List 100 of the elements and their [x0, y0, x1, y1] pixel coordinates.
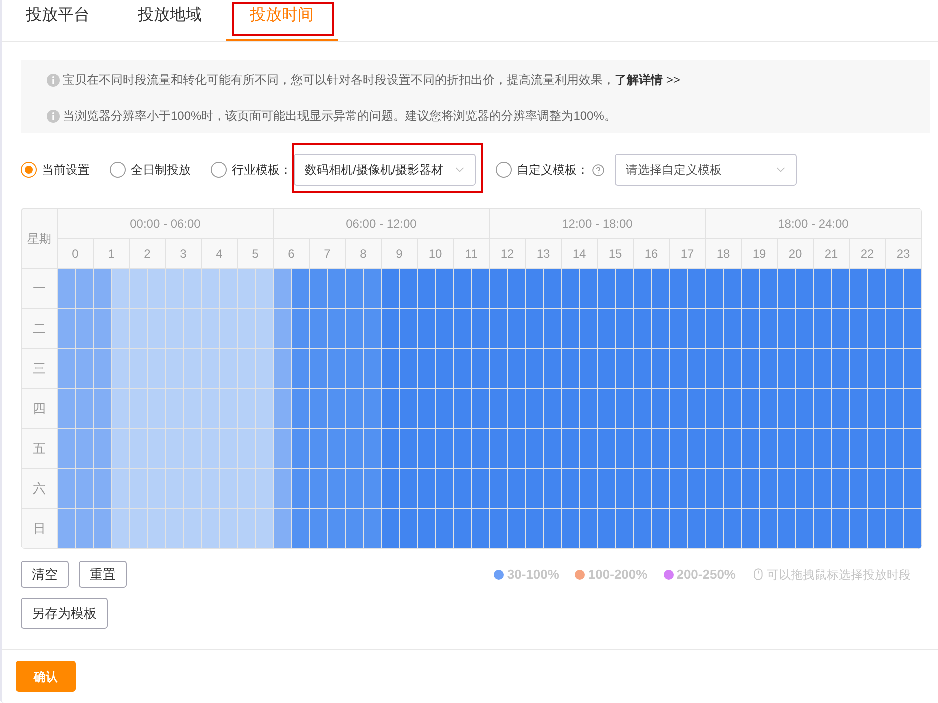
radio-option[interactable]: 当前设置	[21, 161, 90, 179]
time-slot-cell[interactable]	[454, 469, 472, 509]
time-slot-cell[interactable]	[598, 509, 616, 549]
template-select[interactable]: 请选择自定义模板	[615, 154, 797, 186]
time-slot-cell[interactable]	[148, 269, 166, 309]
time-slot-cell[interactable]	[148, 389, 166, 429]
time-slot-cell[interactable]	[706, 509, 724, 549]
time-slot-cell[interactable]	[184, 349, 202, 389]
time-slot-cell[interactable]	[580, 269, 598, 309]
time-slot-cell[interactable]	[400, 269, 418, 309]
time-slot-cell[interactable]	[796, 309, 814, 349]
time-slot-cell[interactable]	[382, 389, 400, 429]
time-slot-cell[interactable]	[490, 429, 508, 469]
time-slot-cell[interactable]	[904, 309, 922, 349]
time-slot-cell[interactable]	[526, 389, 544, 429]
time-slot-cell[interactable]	[418, 349, 436, 389]
time-slot-cell[interactable]	[94, 389, 112, 429]
time-slot-cell[interactable]	[400, 509, 418, 549]
time-slot-cell[interactable]	[472, 269, 490, 309]
time-slot-cell[interactable]	[436, 389, 454, 429]
time-slot-cell[interactable]	[400, 349, 418, 389]
time-slot-cell[interactable]	[328, 429, 346, 469]
time-slot-cell[interactable]	[814, 269, 832, 309]
time-slot-cell[interactable]	[202, 269, 220, 309]
time-slot-cell[interactable]	[346, 429, 364, 469]
time-slot-cell[interactable]	[886, 269, 904, 309]
time-slot-cell[interactable]	[904, 269, 922, 309]
time-slot-cell[interactable]	[130, 309, 148, 349]
time-slot-cell[interactable]	[112, 269, 130, 309]
time-slot-cell[interactable]	[814, 309, 832, 349]
time-slot-cell[interactable]	[778, 269, 796, 309]
time-slot-cell[interactable]	[166, 389, 184, 429]
time-slot-cell[interactable]	[274, 269, 292, 309]
time-slot-cell[interactable]	[292, 349, 310, 389]
time-slot-cell[interactable]	[130, 349, 148, 389]
time-slot-cell[interactable]	[220, 429, 238, 469]
time-slot-cell[interactable]	[670, 269, 688, 309]
time-slot-cell[interactable]	[868, 509, 886, 549]
time-slot-cell[interactable]	[490, 389, 508, 429]
time-slot-cell[interactable]	[526, 469, 544, 509]
time-slot-cell[interactable]	[220, 269, 238, 309]
time-slot-cell[interactable]	[742, 429, 760, 469]
time-slot-cell[interactable]	[508, 269, 526, 309]
time-slot-cell[interactable]	[58, 349, 76, 389]
time-slot-cell[interactable]	[526, 509, 544, 549]
time-slot-cell[interactable]	[634, 429, 652, 469]
time-slot-cell[interactable]	[850, 429, 868, 469]
time-slot-cell[interactable]	[76, 389, 94, 429]
time-slot-cell[interactable]	[112, 429, 130, 469]
time-slot-cell[interactable]	[868, 469, 886, 509]
time-slot-cell[interactable]	[832, 389, 850, 429]
action-button[interactable]: 重置	[79, 561, 127, 588]
time-slot-cell[interactable]	[58, 309, 76, 349]
time-slot-cell[interactable]	[58, 469, 76, 509]
time-slot-cell[interactable]	[130, 509, 148, 549]
time-slot-cell[interactable]	[796, 349, 814, 389]
time-slot-cell[interactable]	[796, 269, 814, 309]
time-slot-cell[interactable]	[832, 509, 850, 549]
time-slot-cell[interactable]	[850, 389, 868, 429]
time-slot-cell[interactable]	[760, 469, 778, 509]
time-slot-cell[interactable]	[76, 349, 94, 389]
time-slot-cell[interactable]	[724, 349, 742, 389]
time-slot-cell[interactable]	[472, 349, 490, 389]
time-slot-cell[interactable]	[760, 509, 778, 549]
time-slot-cell[interactable]	[778, 469, 796, 509]
time-slot-cell[interactable]	[94, 429, 112, 469]
time-slot-cell[interactable]	[652, 429, 670, 469]
time-slot-cell[interactable]	[688, 269, 706, 309]
time-slot-cell[interactable]	[904, 429, 922, 469]
time-slot-cell[interactable]	[706, 469, 724, 509]
time-slot-cell[interactable]	[868, 349, 886, 389]
time-slot-cell[interactable]	[400, 389, 418, 429]
time-slot-cell[interactable]	[130, 429, 148, 469]
time-slot-cell[interactable]	[166, 509, 184, 549]
time-slot-cell[interactable]	[508, 429, 526, 469]
time-slot-cell[interactable]	[724, 269, 742, 309]
time-slot-cell[interactable]	[166, 469, 184, 509]
time-slot-cell[interactable]	[148, 469, 166, 509]
time-slot-cell[interactable]	[724, 389, 742, 429]
time-slot-cell[interactable]	[562, 269, 580, 309]
time-slot-cell[interactable]	[886, 389, 904, 429]
time-slot-cell[interactable]	[256, 469, 274, 509]
time-slot-cell[interactable]	[706, 389, 724, 429]
time-slot-cell[interactable]	[832, 429, 850, 469]
time-slot-cell[interactable]	[166, 309, 184, 349]
time-slot-cell[interactable]	[688, 389, 706, 429]
time-slot-cell[interactable]	[814, 429, 832, 469]
time-slot-cell[interactable]	[346, 469, 364, 509]
time-slot-cell[interactable]	[274, 309, 292, 349]
template-select[interactable]: 数码相机/摄像机/摄影器材	[294, 154, 476, 186]
time-slot-cell[interactable]	[112, 509, 130, 549]
action-button[interactable]: 清空	[21, 561, 69, 588]
time-slot-cell[interactable]	[310, 429, 328, 469]
time-slot-cell[interactable]	[310, 469, 328, 509]
time-slot-cell[interactable]	[742, 309, 760, 349]
time-slot-cell[interactable]	[328, 349, 346, 389]
time-slot-cell[interactable]	[652, 269, 670, 309]
time-slot-cell[interactable]	[778, 429, 796, 469]
time-slot-cell[interactable]	[382, 309, 400, 349]
time-slot-cell[interactable]	[274, 389, 292, 429]
